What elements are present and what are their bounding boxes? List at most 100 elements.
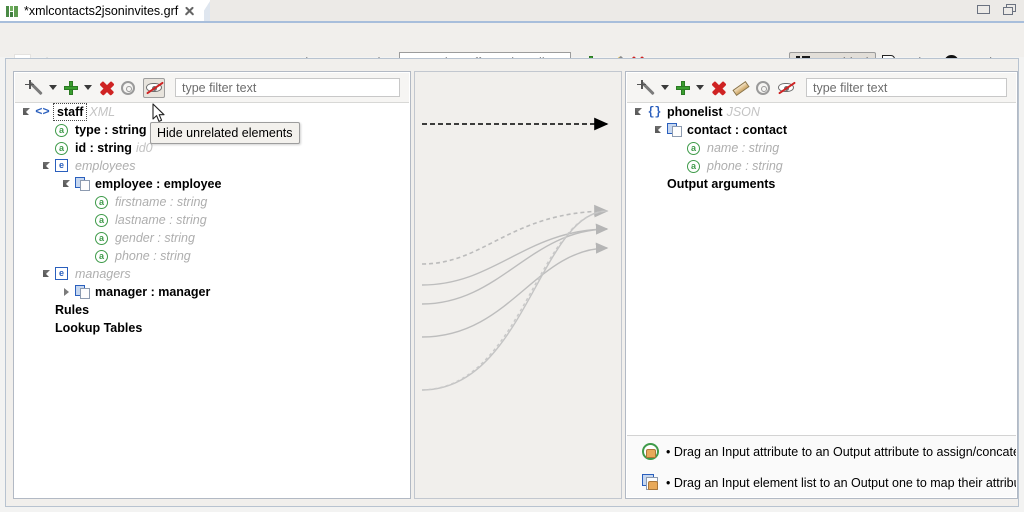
wand-chevron-down-icon[interactable] (661, 85, 669, 90)
output-tree[interactable]: {}phonelistJSONcontact : contact a name : … (627, 103, 1016, 435)
tree-item[interactable]: manager : manager (15, 283, 409, 301)
hide-unrelated-elements-icon[interactable] (143, 78, 165, 98)
output-tree-toolbar: type filter text (627, 73, 1016, 103)
tree-item-label: gender : string (115, 231, 195, 245)
twisty-expanded-icon[interactable] (23, 108, 32, 117)
element-list-icon (75, 285, 90, 299)
add-element-button[interactable] (64, 81, 78, 95)
attribute-icon: a (95, 231, 110, 246)
attribute-icon: a (687, 141, 702, 156)
drag-element-list-icon (642, 474, 659, 491)
magic-wand-icon[interactable] (25, 79, 43, 97)
tree-spacer (43, 126, 52, 135)
tree-item-label: phone : string (115, 249, 191, 263)
element-list-icon (75, 177, 90, 191)
twisty-expanded-icon[interactable] (63, 180, 72, 189)
drag-attribute-icon (642, 443, 659, 460)
attribute-icon: a (55, 141, 70, 156)
input-filter-placeholder: type filter text (176, 81, 256, 95)
attribute-icon: a (55, 123, 70, 138)
ruler-icon[interactable] (733, 80, 749, 96)
window-controls (977, 4, 1016, 15)
tree-item-label: firstname : string (115, 195, 207, 209)
twisty-expanded-icon[interactable] (655, 126, 664, 135)
gear-icon[interactable] (121, 81, 135, 95)
tree-item[interactable]: alastname : string (15, 211, 409, 229)
attribute-icon: a (95, 195, 110, 210)
tree-spacer (655, 180, 664, 189)
delete-element-button[interactable] (99, 80, 114, 95)
output-filter-input[interactable]: type filter text (806, 78, 1007, 97)
mapping-editor-window: *xmlcontacts2jsoninvites.grf There are n… (0, 0, 1024, 512)
attribute-icon: a (95, 213, 110, 228)
tree-item-label: Output arguments (667, 177, 775, 191)
twisty-expanded-icon[interactable] (43, 270, 52, 279)
add-chevron-down-icon[interactable] (696, 85, 704, 90)
tab-xmlcontacts2jsoninvites[interactable]: *xmlcontacts2jsoninvites.grf (0, 0, 204, 22)
tooltip-text: Hide unrelated elements (157, 126, 293, 140)
hint-row: • Drag an Input element list to an Outpu… (627, 467, 1016, 498)
tree-item-label: name : string (707, 141, 779, 155)
tree-item[interactable]: Output arguments (627, 175, 1016, 193)
element-list-icon (667, 123, 682, 137)
tree-item-label: type : string (75, 123, 147, 137)
tree-spacer (675, 162, 684, 171)
tree-item-label: Lookup Tables (55, 321, 142, 335)
tree-spacer (83, 234, 92, 243)
tree-item[interactable]: a name : string (627, 139, 1016, 157)
add-chevron-down-icon[interactable] (84, 85, 92, 90)
input-tree[interactable]: <>staffXMLatype : stringstaffaid : strin… (15, 103, 409, 497)
tree-item-label: employee : employee (95, 177, 221, 191)
tree-spacer (83, 252, 92, 261)
twisty-collapsed-icon[interactable] (63, 288, 72, 297)
tree-item[interactable]: <> staff XML (15, 103, 409, 121)
tab-bar: *xmlcontacts2jsoninvites.grf (0, 0, 1024, 22)
hide-unrelated-elements-icon[interactable] (778, 81, 796, 95)
tree-item-suffix: JSON (727, 105, 760, 119)
tree-item[interactable]: aphone : string (15, 247, 409, 265)
mapping-connections (415, 72, 623, 500)
mapping-hints: • Drag an Input attribute to an Output a… (627, 435, 1016, 497)
attribute-icon: a (687, 159, 702, 174)
magic-wand-icon[interactable] (637, 79, 655, 97)
input-tree-toolbar: type filter text (15, 73, 409, 103)
gear-icon[interactable] (756, 81, 770, 95)
tree-item[interactable]: eemployees (15, 157, 409, 175)
minimize-icon[interactable] (977, 5, 990, 14)
hint-text: • Drag an Input element list to an Outpu… (666, 476, 1016, 490)
output-tree-panel: type filter text {}phonelistJSONcontact … (625, 71, 1018, 499)
tree-item-suffix: XML (89, 105, 115, 119)
tree-item[interactable]: Rules (15, 301, 409, 319)
close-icon[interactable] (183, 5, 196, 18)
tree-item-label: managers (75, 267, 131, 281)
input-filter-input[interactable]: type filter text (175, 78, 400, 97)
tree-item[interactable]: employee : employee (15, 175, 409, 193)
tab-bar-background (210, 0, 1024, 22)
tree-item[interactable]: a gender : string (15, 229, 409, 247)
tree-item[interactable]: contact : contact (627, 121, 1016, 139)
xml-icon: <> (35, 105, 50, 120)
element-icon: e (55, 159, 70, 174)
add-element-button[interactable] (676, 81, 690, 95)
wand-chevron-down-icon[interactable] (49, 85, 57, 90)
twisty-expanded-icon[interactable] (635, 108, 644, 117)
twisty-expanded-icon[interactable] (43, 162, 52, 171)
grf-file-icon (6, 5, 19, 18)
tree-spacer (83, 198, 92, 207)
tree-item[interactable]: e managers (15, 265, 409, 283)
json-icon: {} (647, 105, 662, 120)
restore-icon[interactable] (1003, 4, 1016, 15)
hint-row: • Drag an Input attribute to an Output a… (627, 436, 1016, 467)
tree-item[interactable]: Lookup Tables (15, 319, 409, 337)
mapping-canvas[interactable] (414, 71, 622, 499)
tree-item[interactable]: a phone : string (627, 157, 1016, 175)
tree-item[interactable]: a firstname : string (15, 193, 409, 211)
tree-item[interactable]: {}phonelistJSON (627, 103, 1016, 121)
tooltip: Hide unrelated elements (150, 122, 300, 144)
tree-item-label: phone : string (707, 159, 783, 173)
element-icon: e (55, 267, 70, 282)
delete-element-button[interactable] (711, 80, 726, 95)
tab-title: *xmlcontacts2jsoninvites.grf (24, 4, 178, 18)
tree-item-label: staff (55, 105, 85, 119)
output-filter-placeholder: type filter text (807, 81, 887, 95)
